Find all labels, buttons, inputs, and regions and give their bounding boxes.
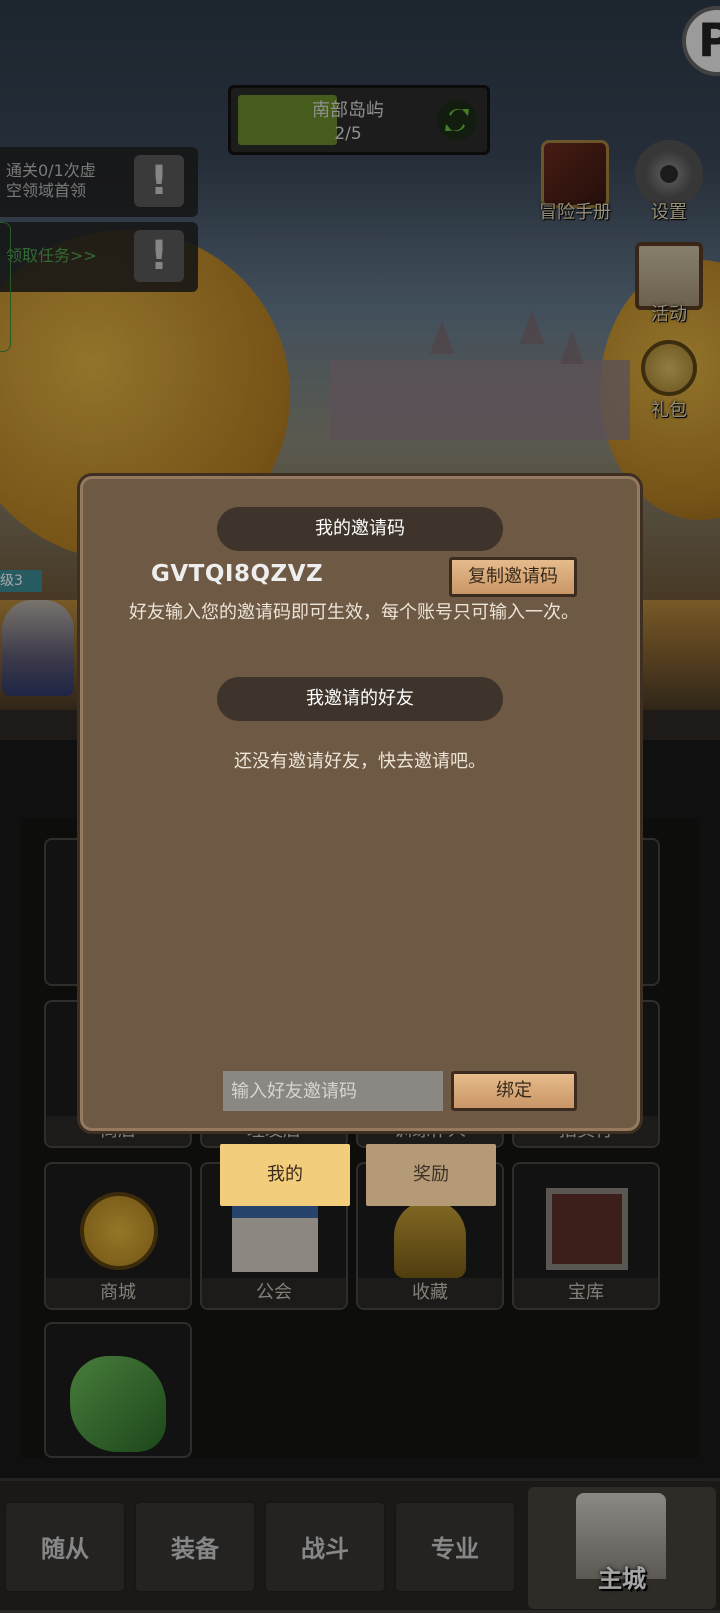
tab-mine[interactable]: 我的: [220, 1144, 350, 1206]
my-code-title: 我的邀请码: [217, 507, 503, 551]
invite-modal: 我的邀请码 GVTQI8QZVZ 复制邀请码 好友输入您的邀请码即可生效，每个账…: [80, 476, 640, 1131]
my-friends-title: 我邀请的好友: [217, 677, 503, 721]
tab-rewards[interactable]: 奖励: [366, 1144, 496, 1206]
bind-button[interactable]: 绑定: [451, 1071, 577, 1111]
empty-friends-text: 还没有邀请好友，快去邀请吧。: [234, 751, 486, 772]
friend-code-input[interactable]: [223, 1071, 443, 1111]
copy-code-button[interactable]: 复制邀请码: [449, 557, 577, 597]
invite-hint: 好友输入您的邀请码即可生效，每个账号只可输入一次。: [129, 602, 579, 623]
invite-code: GVTQI8QZVZ: [151, 561, 324, 587]
